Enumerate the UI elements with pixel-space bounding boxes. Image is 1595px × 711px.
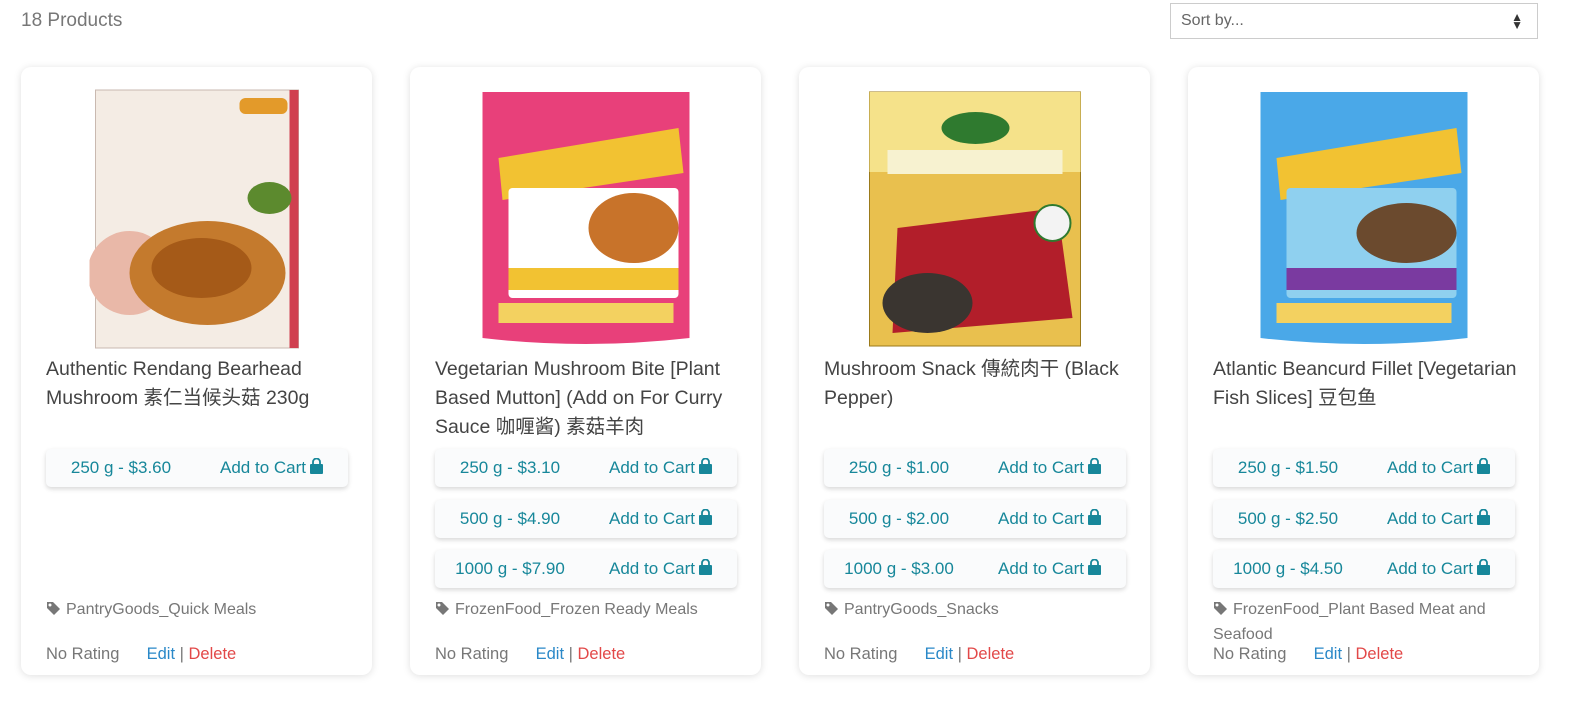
- product-title[interactable]: Mushroom Snack 傳統肉干 (Black Pepper): [824, 355, 1129, 413]
- variant-row: 1000 g - $3.00 Add to Cart: [824, 550, 1126, 588]
- add-to-cart-button[interactable]: Add to Cart: [998, 509, 1102, 529]
- product-card: Mushroom Snack 傳統肉干 (Black Pepper) 250 g…: [799, 67, 1150, 675]
- category-label: FrozenFood_Plant Based Meat and Seafood: [1213, 601, 1486, 643]
- variant-row: 250 g - $3.60 Add to Cart: [46, 449, 348, 487]
- product-footer: No Rating Edit | Delete: [435, 645, 625, 664]
- product-footer: No Rating Edit | Delete: [1213, 645, 1403, 664]
- variant-price: 500 g - $4.90: [459, 509, 561, 528]
- product-image[interactable]: [1256, 88, 1471, 350]
- variant-row: 250 g - $1.00 Add to Cart: [824, 449, 1126, 487]
- shopping-bag-icon: [699, 509, 712, 525]
- variant-row: 250 g - $1.50 Add to Cart: [1213, 449, 1515, 487]
- add-to-cart-button[interactable]: Add to Cart: [1387, 458, 1491, 478]
- shopping-bag-icon: [1477, 559, 1490, 575]
- add-to-cart-label: Add to Cart: [998, 458, 1084, 477]
- shopping-bag-icon: [699, 559, 712, 575]
- add-to-cart-button[interactable]: Add to Cart: [998, 458, 1102, 478]
- add-to-cart-label: Add to Cart: [609, 458, 695, 477]
- product-card: Authentic Rendang Bearhead Mushroom 素仁当候…: [21, 67, 372, 675]
- product-image[interactable]: [867, 88, 1082, 350]
- category-label: PantryGoods_Snacks: [844, 601, 999, 618]
- separator: |: [1346, 645, 1351, 663]
- rating-text: No Rating: [1213, 645, 1287, 663]
- sort-select-label: Sort by...: [1181, 12, 1244, 29]
- add-to-cart-label: Add to Cart: [1387, 509, 1473, 528]
- product-image[interactable]: [478, 88, 693, 350]
- product-footer: No Rating Edit | Delete: [824, 645, 1014, 664]
- delete-link[interactable]: Delete: [967, 645, 1015, 663]
- variant-row: 500 g - $2.00 Add to Cart: [824, 500, 1126, 538]
- product-title[interactable]: Atlantic Beancurd Fillet [Vegetarian Fis…: [1213, 355, 1518, 413]
- shopping-bag-icon: [1088, 559, 1101, 575]
- variant-price: 250 g - $1.00: [848, 458, 950, 477]
- add-to-cart-label: Add to Cart: [220, 458, 306, 477]
- products-toolbar: 18 Products Sort by... ▲ ▼: [0, 0, 1595, 46]
- shopping-bag-icon: [1477, 458, 1490, 474]
- variant-price: 250 g - $3.10: [459, 458, 561, 477]
- tag-icon: [1214, 602, 1227, 615]
- product-image[interactable]: [89, 88, 304, 350]
- sort-caret-icon: ▲ ▼: [1511, 10, 1523, 32]
- product-category: FrozenFood_Plant Based Meat and Seafood: [1213, 597, 1513, 647]
- edit-link[interactable]: Edit: [1314, 645, 1342, 663]
- tag-icon: [825, 602, 838, 615]
- product-count: 18 Products: [21, 10, 123, 31]
- variant-row: 500 g - $4.90 Add to Cart: [435, 500, 737, 538]
- rating-text: No Rating: [435, 645, 509, 663]
- delete-link[interactable]: Delete: [189, 645, 237, 663]
- shopping-bag-icon: [1477, 509, 1490, 525]
- add-to-cart-button[interactable]: Add to Cart: [220, 458, 324, 478]
- variant-price: 1000 g - $4.50: [1233, 559, 1343, 578]
- variant-price: 1000 g - $7.90: [455, 559, 565, 578]
- tag-icon: [47, 602, 60, 615]
- shopping-bag-icon: [310, 458, 323, 474]
- add-to-cart-button[interactable]: Add to Cart: [609, 458, 713, 478]
- add-to-cart-button[interactable]: Add to Cart: [609, 559, 713, 579]
- add-to-cart-button[interactable]: Add to Cart: [998, 559, 1102, 579]
- variant-price: 250 g - $3.60: [70, 458, 172, 477]
- separator: |: [179, 645, 184, 663]
- variant-price: 500 g - $2.50: [1237, 509, 1339, 528]
- rating-text: No Rating: [46, 645, 120, 663]
- sort-select[interactable]: Sort by... ▲ ▼: [1170, 3, 1538, 39]
- separator: |: [957, 645, 962, 663]
- product-title[interactable]: Vegetarian Mushroom Bite [Plant Based Mu…: [435, 355, 740, 442]
- add-to-cart-button[interactable]: Add to Cart: [609, 509, 713, 529]
- delete-link[interactable]: Delete: [1356, 645, 1404, 663]
- delete-link[interactable]: Delete: [578, 645, 626, 663]
- product-category: PantryGoods_Snacks: [824, 597, 1124, 622]
- add-to-cart-button[interactable]: Add to Cart: [1387, 509, 1491, 529]
- shopping-bag-icon: [699, 458, 712, 474]
- variant-price: 1000 g - $3.00: [844, 559, 954, 578]
- product-category: PantryGoods_Quick Meals: [46, 597, 346, 622]
- product-card: Vegetarian Mushroom Bite [Plant Based Mu…: [410, 67, 761, 675]
- variant-row: 500 g - $2.50 Add to Cart: [1213, 500, 1515, 538]
- category-label: FrozenFood_Frozen Ready Meals: [455, 601, 698, 618]
- variant-price: 250 g - $1.50: [1237, 458, 1339, 477]
- variant-row: 1000 g - $4.50 Add to Cart: [1213, 550, 1515, 588]
- add-to-cart-label: Add to Cart: [998, 509, 1084, 528]
- shopping-bag-icon: [1088, 458, 1101, 474]
- tag-icon: [436, 602, 449, 615]
- edit-link[interactable]: Edit: [925, 645, 953, 663]
- shopping-bag-icon: [1088, 509, 1101, 525]
- rating-text: No Rating: [824, 645, 898, 663]
- edit-link[interactable]: Edit: [536, 645, 564, 663]
- product-title[interactable]: Authentic Rendang Bearhead Mushroom 素仁当候…: [46, 355, 351, 413]
- variant-row: 1000 g - $7.90 Add to Cart: [435, 550, 737, 588]
- add-to-cart-label: Add to Cart: [1387, 559, 1473, 578]
- category-label: PantryGoods_Quick Meals: [66, 601, 257, 618]
- add-to-cart-label: Add to Cart: [609, 559, 695, 578]
- add-to-cart-label: Add to Cart: [609, 509, 695, 528]
- add-to-cart-label: Add to Cart: [1387, 458, 1473, 477]
- add-to-cart-button[interactable]: Add to Cart: [1387, 559, 1491, 579]
- variant-row: 250 g - $3.10 Add to Cart: [435, 449, 737, 487]
- edit-link[interactable]: Edit: [147, 645, 175, 663]
- variant-price: 500 g - $2.00: [848, 509, 950, 528]
- product-category: FrozenFood_Frozen Ready Meals: [435, 597, 735, 622]
- product-footer: No Rating Edit | Delete: [46, 645, 236, 664]
- separator: |: [568, 645, 573, 663]
- add-to-cart-label: Add to Cart: [998, 559, 1084, 578]
- product-card: Atlantic Beancurd Fillet [Vegetarian Fis…: [1188, 67, 1539, 675]
